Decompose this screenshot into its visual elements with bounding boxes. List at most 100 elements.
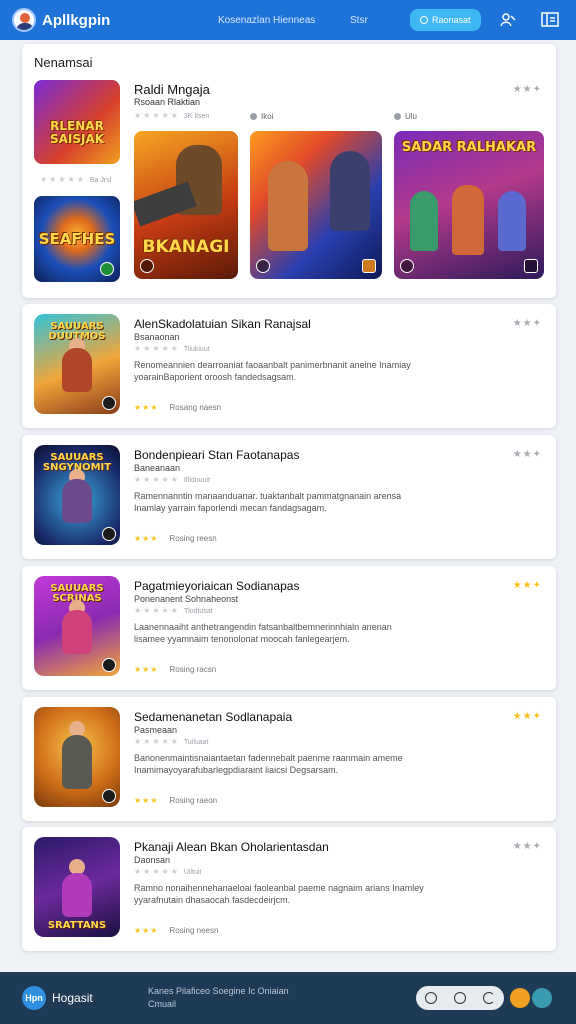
game-developer: Ponenanent Sohnaheonst [134,594,239,604]
screenshot-3-title: SADAR RALHAKAR [401,140,537,155]
featured-section: Nenamsai RLENAR SAISJAK ★ ★ ★ ★ ★ Ba Jrsl SE… [22,44,556,298]
screenshot-1-title: BKANAGI [142,237,230,257]
list-item[interactable]: SAUUARS SCRINAS Pagatmieyoriaican Sodian… [22,566,556,690]
brand[interactable]: Apllkgpin [12,8,202,32]
character-body [62,348,92,392]
game-description: Renomeannien dearroaniat faoaanbalt pani… [134,360,411,382]
more-options-icon[interactable]: ★★✦ [513,580,542,591]
featured-game-title[interactable]: Raldi Mngaja [134,82,210,97]
game-developer: Daonsan [134,855,171,865]
top-app-bar: Apllkgpin Kosenazlan Hienneas Stsr Raona… [0,0,576,40]
hero-figure-right [330,151,370,231]
section-title: Nenamsai [34,55,93,70]
rating-row: ★ ★ ★ Rosing reesn [134,534,217,543]
rating-row: ★ ★ ★ Rosing raeon [134,796,217,805]
rating-badge-icon [524,259,538,273]
character-body [62,873,92,917]
game-developer: Bsanaonan [134,332,180,342]
help-icon[interactable] [424,992,437,1004]
logo-badge-icon [400,259,414,273]
list-item[interactable]: Sedamenanetan Sodlanapaia Pasmeaan ★ ★ ★ ★ ★… [22,697,556,821]
rating-badge-icon [362,259,376,273]
logo-badge-icon [102,396,116,410]
game-developer: Baneanaan [134,463,181,473]
logo-badge-icon [256,259,270,273]
game-thumbnail[interactable] [34,707,120,807]
game-thumbnail[interactable]: SAUUARS SCRINAS [34,576,120,676]
app-title: Apllkgpin [42,11,111,29]
meta-rating: ★ ★ ★ ★ ★ Tlodtusat [134,606,213,615]
footer-logo[interactable]: Hpn [22,986,46,1010]
rating-text: Rosing raeon [169,796,218,805]
logo-badge-icon [140,259,154,273]
screenshot-2[interactable] [250,131,382,279]
rating-text: Rosing racsn [169,665,217,674]
more-options-icon[interactable]: ★★✦ [513,318,542,329]
logo-badge-icon [102,658,116,672]
character-body [62,735,92,789]
footer-links-line-1[interactable]: Kanes Pilaficeo Soegine Ic Oniaian [148,985,408,998]
cta-label: Raonasat [432,15,471,25]
logo-badge-icon [102,789,116,803]
user-icon[interactable] [499,11,517,29]
notifications-icon[interactable] [510,988,530,1008]
game-title[interactable]: Sedamenanetan Sodlanapaia [134,710,292,724]
settings-icon[interactable] [453,992,466,1004]
thumbnail-title: SRATTANS [47,920,107,931]
featured-rating: ★ ★ ★ ★ ★ 3K Ilsen [134,111,210,120]
nav-link-primary[interactable]: Kosenazlan Hienneas [218,15,350,26]
side-card-1-rating: ★ ★ ★ ★ ★ Ba Jrsl [40,175,112,184]
game-title[interactable]: Bondenpieari Stan Faotanapas [134,448,299,462]
screenshot-1[interactable]: BKANAGI [134,131,238,279]
screenshot-3[interactable]: SADAR RALHAKAR [394,131,544,279]
meta-rating: ★ ★ ★ ★ ★ Tilukiuut [134,344,210,353]
rating-stars: ★ ★ ★ [134,402,158,412]
side-game-card-2[interactable]: SEAFHES [34,196,120,282]
brand-avatar [12,8,36,32]
weapon-shape [134,181,197,227]
list-item[interactable]: SRATTANS Pkanaji Alean Bkan Oholarientas… [22,827,556,951]
game-thumbnail[interactable]: SAUUARS SNGYNOMIT [34,445,120,545]
side-card-2-title: SEAFHES [38,230,116,248]
rating-row: ★ ★ ★ Rosing racsn [134,665,216,674]
more-options-icon[interactable]: ★★✦ [513,449,542,460]
rating-stars: ★ ★ ★ [134,795,158,805]
cta-button[interactable]: Raonasat [410,9,481,31]
rating-text: Rosing neesn [169,926,219,935]
search-icon [420,16,428,24]
logo-badge-icon [102,527,116,541]
character-2 [452,185,484,255]
nav-link-secondary[interactable]: Stsr [350,15,410,26]
game-title[interactable]: Pkanaji Alean Bkan Oholarientasdan [134,840,329,854]
rating-text: Rosang naesn [169,403,222,412]
rating-stars: ★ ★ ★ [134,533,158,543]
platform-badge-icon [100,262,114,276]
profile-icon[interactable] [532,988,552,1008]
panel-icon[interactable] [540,11,559,29]
character-body [62,610,92,654]
refresh-icon[interactable] [483,992,496,1004]
game-description: Laanennaaiht anthetrangendin fatsanbaltb… [134,622,392,644]
more-options-icon[interactable]: ★★✦ [513,84,542,95]
game-thumbnail[interactable]: SRATTANS [34,837,120,937]
rating-row: ★ ★ ★ Rosang naesn [134,403,221,412]
game-thumbnail[interactable]: SAUUARS DUUTMOS [34,314,120,414]
game-title[interactable]: AlenSkadolatuian Sikan Ranajsal [134,317,311,331]
tag-1: Ikoi [250,112,273,121]
list-item[interactable]: SAUUARS DUUTMOS AlenSkadolatuian Sikan R… [22,304,556,428]
list-item[interactable]: SAUUARS SNGYNOMIT Bondenpieari Stan Faot… [22,435,556,559]
rating-stars: ★ ★ ★ [134,925,158,935]
character-body [62,479,92,523]
game-developer: Pasmeaan [134,725,178,735]
game-title[interactable]: Pagatmieyoriaican Sodianapas [134,579,299,593]
footer-controls [416,986,504,1010]
rating-text: Rosing reesn [169,534,217,543]
footer-links-line-2[interactable]: Cmuail [148,998,408,1011]
more-options-icon[interactable]: ★★✦ [513,711,542,722]
side-card-1-title: RLENAR SAISJAK [49,119,105,146]
game-description: Ramno nonaihennehanaeloai faoleanbal pae… [134,883,424,905]
character-3 [498,191,526,251]
game-description: Banonenmaintisnaiantaetan fadennebalt pa… [134,753,403,775]
side-game-card-1[interactable]: RLENAR SAISJAK [34,80,120,164]
more-options-icon[interactable]: ★★✦ [513,841,542,852]
